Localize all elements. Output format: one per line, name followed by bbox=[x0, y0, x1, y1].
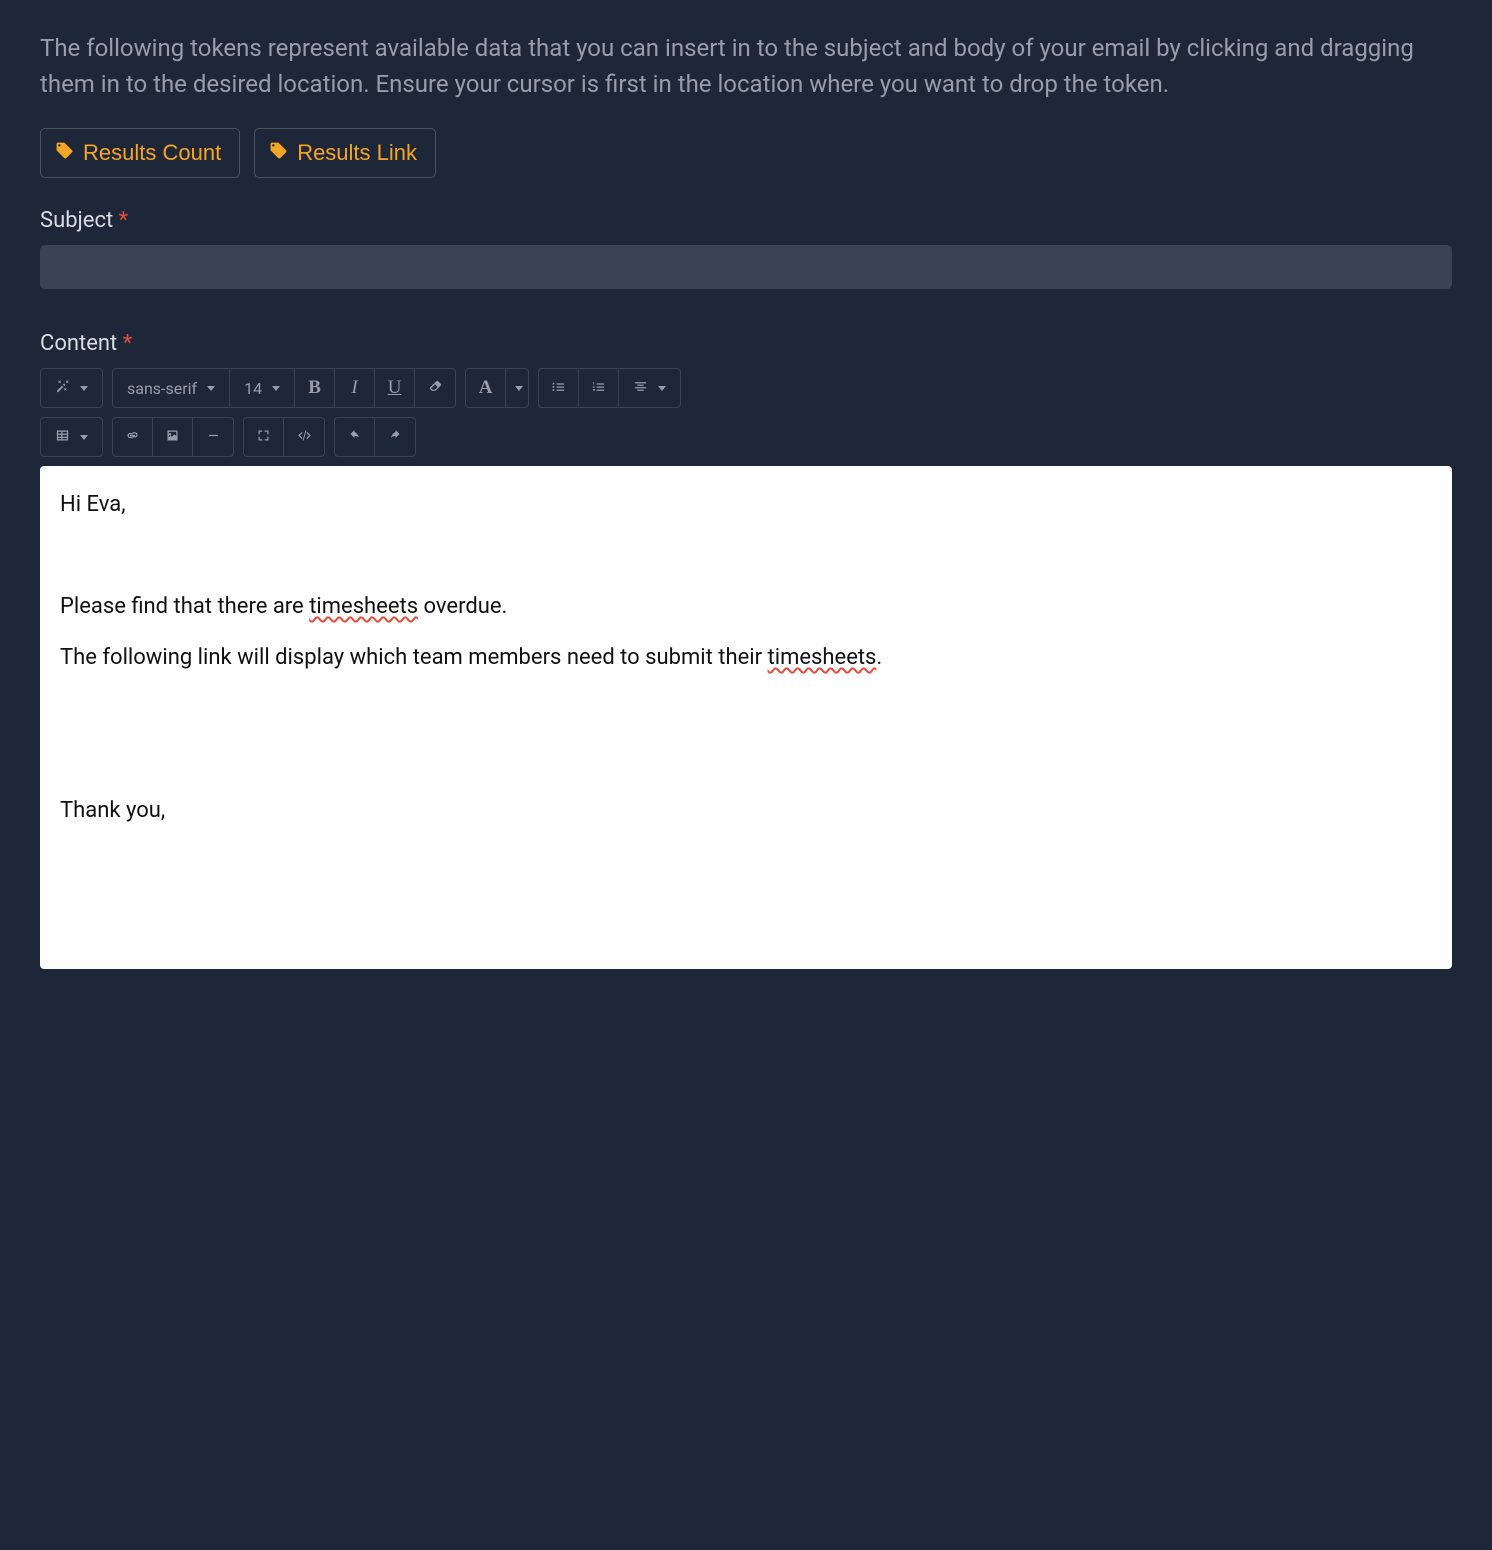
underline-button[interactable]: U bbox=[375, 369, 415, 407]
token-description: The following tokens represent available… bbox=[40, 30, 1452, 102]
token-label: Results Count bbox=[83, 140, 221, 166]
list-ol-icon bbox=[591, 379, 606, 398]
horizontal-rule-button[interactable] bbox=[193, 418, 233, 456]
table-dropdown[interactable] bbox=[41, 418, 102, 456]
eraser-icon bbox=[428, 379, 443, 398]
italic-button[interactable]: I bbox=[335, 369, 375, 407]
font-color-dropdown[interactable] bbox=[506, 369, 528, 407]
paragraph-align-dropdown[interactable] bbox=[619, 369, 680, 407]
results-count-token[interactable]: Results Count bbox=[40, 128, 240, 178]
undo-icon bbox=[347, 428, 362, 447]
chevron-down-icon bbox=[515, 386, 523, 391]
editor-toolbar-row2 bbox=[40, 417, 1452, 457]
editor-toolbar-row1: sans-serif 14 B I U A bbox=[40, 368, 1452, 408]
tag-icon bbox=[269, 140, 288, 166]
fullscreen-button[interactable] bbox=[244, 418, 284, 456]
fullscreen-icon bbox=[256, 428, 271, 447]
list-ul-icon bbox=[551, 379, 566, 398]
content-editor[interactable]: Hi Eva, Please find that there are times… bbox=[40, 466, 1452, 969]
font-color-button[interactable]: A bbox=[466, 369, 506, 407]
required-indicator: * bbox=[123, 331, 132, 356]
unordered-list-button[interactable] bbox=[539, 369, 579, 407]
code-icon bbox=[297, 428, 312, 447]
token-buttons: Results Count Results Link bbox=[40, 128, 1452, 178]
ordered-list-button[interactable] bbox=[579, 369, 619, 407]
bold-button[interactable]: B bbox=[295, 369, 335, 407]
clear-formatting-button[interactable] bbox=[415, 369, 455, 407]
font-size-value: 14 bbox=[244, 379, 262, 398]
insert-image-button[interactable] bbox=[153, 418, 193, 456]
tag-icon bbox=[55, 140, 74, 166]
magic-wand-icon bbox=[55, 379, 70, 398]
style-wand-dropdown[interactable] bbox=[41, 369, 102, 407]
font-size-dropdown[interactable]: 14 bbox=[230, 369, 295, 407]
insert-link-button[interactable] bbox=[113, 418, 153, 456]
token-label: Results Link bbox=[297, 140, 417, 166]
font-family-value: sans-serif bbox=[127, 379, 197, 398]
font-family-dropdown[interactable]: sans-serif bbox=[113, 369, 230, 407]
link-icon bbox=[125, 428, 140, 447]
redo-icon bbox=[388, 428, 403, 447]
chevron-down-icon bbox=[207, 386, 215, 391]
chevron-down-icon bbox=[272, 386, 280, 391]
results-link-token[interactable]: Results Link bbox=[254, 128, 436, 178]
table-icon bbox=[55, 428, 70, 447]
subject-label: Subject * bbox=[40, 208, 1452, 233]
undo-button[interactable] bbox=[335, 418, 375, 456]
chevron-down-icon bbox=[658, 386, 666, 391]
chevron-down-icon bbox=[80, 386, 88, 391]
chevron-down-icon bbox=[80, 435, 88, 440]
image-icon bbox=[165, 428, 180, 447]
subject-input[interactable] bbox=[40, 245, 1452, 289]
code-view-button[interactable] bbox=[284, 418, 324, 456]
required-indicator: * bbox=[119, 208, 128, 233]
redo-button[interactable] bbox=[375, 418, 415, 456]
content-label: Content * bbox=[40, 331, 1452, 356]
align-icon bbox=[633, 379, 648, 398]
minus-icon bbox=[206, 428, 221, 447]
